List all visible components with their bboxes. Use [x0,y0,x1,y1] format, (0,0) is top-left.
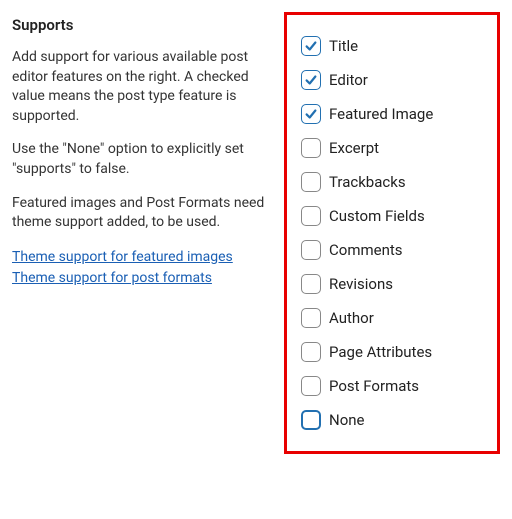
supports-option-row: Editor [301,63,483,97]
supports-option-row: Author [301,301,483,335]
supports-desc-2: Use the "None" option to explicitly set … [12,140,272,179]
supports-checkbox[interactable] [301,274,321,294]
supports-option-label: Page Attributes [329,343,432,361]
supports-description-column: Supports Add support for various availab… [12,12,272,454]
supports-checkbox[interactable] [301,240,321,260]
supports-option-label: Post Formats [329,377,419,395]
supports-options-column: Title Editor Featured Image Excerpt Trackbac… [284,12,500,454]
supports-desc-3: Featured images and Post Formats need th… [12,194,272,233]
supports-checkbox[interactable] [301,104,321,124]
supports-checkbox[interactable] [301,342,321,362]
supports-option-row: Page Attributes [301,335,483,369]
supports-checkbox[interactable] [301,376,321,396]
supports-option-label: Editor [329,71,368,89]
supports-option-row: Featured Image [301,97,483,131]
supports-option-label: Custom Fields [329,207,425,225]
supports-checkbox[interactable] [301,172,321,192]
supports-checkbox[interactable] [301,36,321,56]
supports-option-label: Comments [329,241,403,259]
supports-option-label: Revisions [329,275,393,293]
supports-checkbox[interactable] [301,70,321,90]
supports-option-row: Post Formats [301,369,483,403]
supports-checkbox[interactable] [301,308,321,328]
supports-option-label: Title [329,37,358,55]
supports-option-label: Excerpt [329,139,379,157]
supports-option-row: Excerpt [301,131,483,165]
supports-option-row: Custom Fields [301,199,483,233]
supports-checkbox[interactable] [301,206,321,226]
supports-option-label: Featured Image [329,105,433,123]
supports-links: Theme support for featured images Theme … [12,247,272,289]
supports-option-label: None [329,411,365,429]
supports-checkbox[interactable] [301,138,321,158]
supports-option-row: Comments [301,233,483,267]
supports-option-row: Title [301,29,483,63]
link-theme-support-featured-images[interactable]: Theme support for featured images [12,247,272,268]
supports-option-label: Author [329,309,374,327]
link-theme-support-post-formats[interactable]: Theme support for post formats [12,268,272,289]
supports-section: Supports Add support for various availab… [12,12,500,454]
supports-option-row: Revisions [301,267,483,301]
supports-desc-1: Add support for various available post e… [12,48,272,126]
supports-option-row: Trackbacks [301,165,483,199]
supports-description: Add support for various available post e… [12,48,272,233]
supports-checkbox[interactable] [301,410,321,430]
supports-option-row: None [301,403,483,437]
supports-heading: Supports [12,16,272,34]
supports-option-label: Trackbacks [329,173,406,191]
